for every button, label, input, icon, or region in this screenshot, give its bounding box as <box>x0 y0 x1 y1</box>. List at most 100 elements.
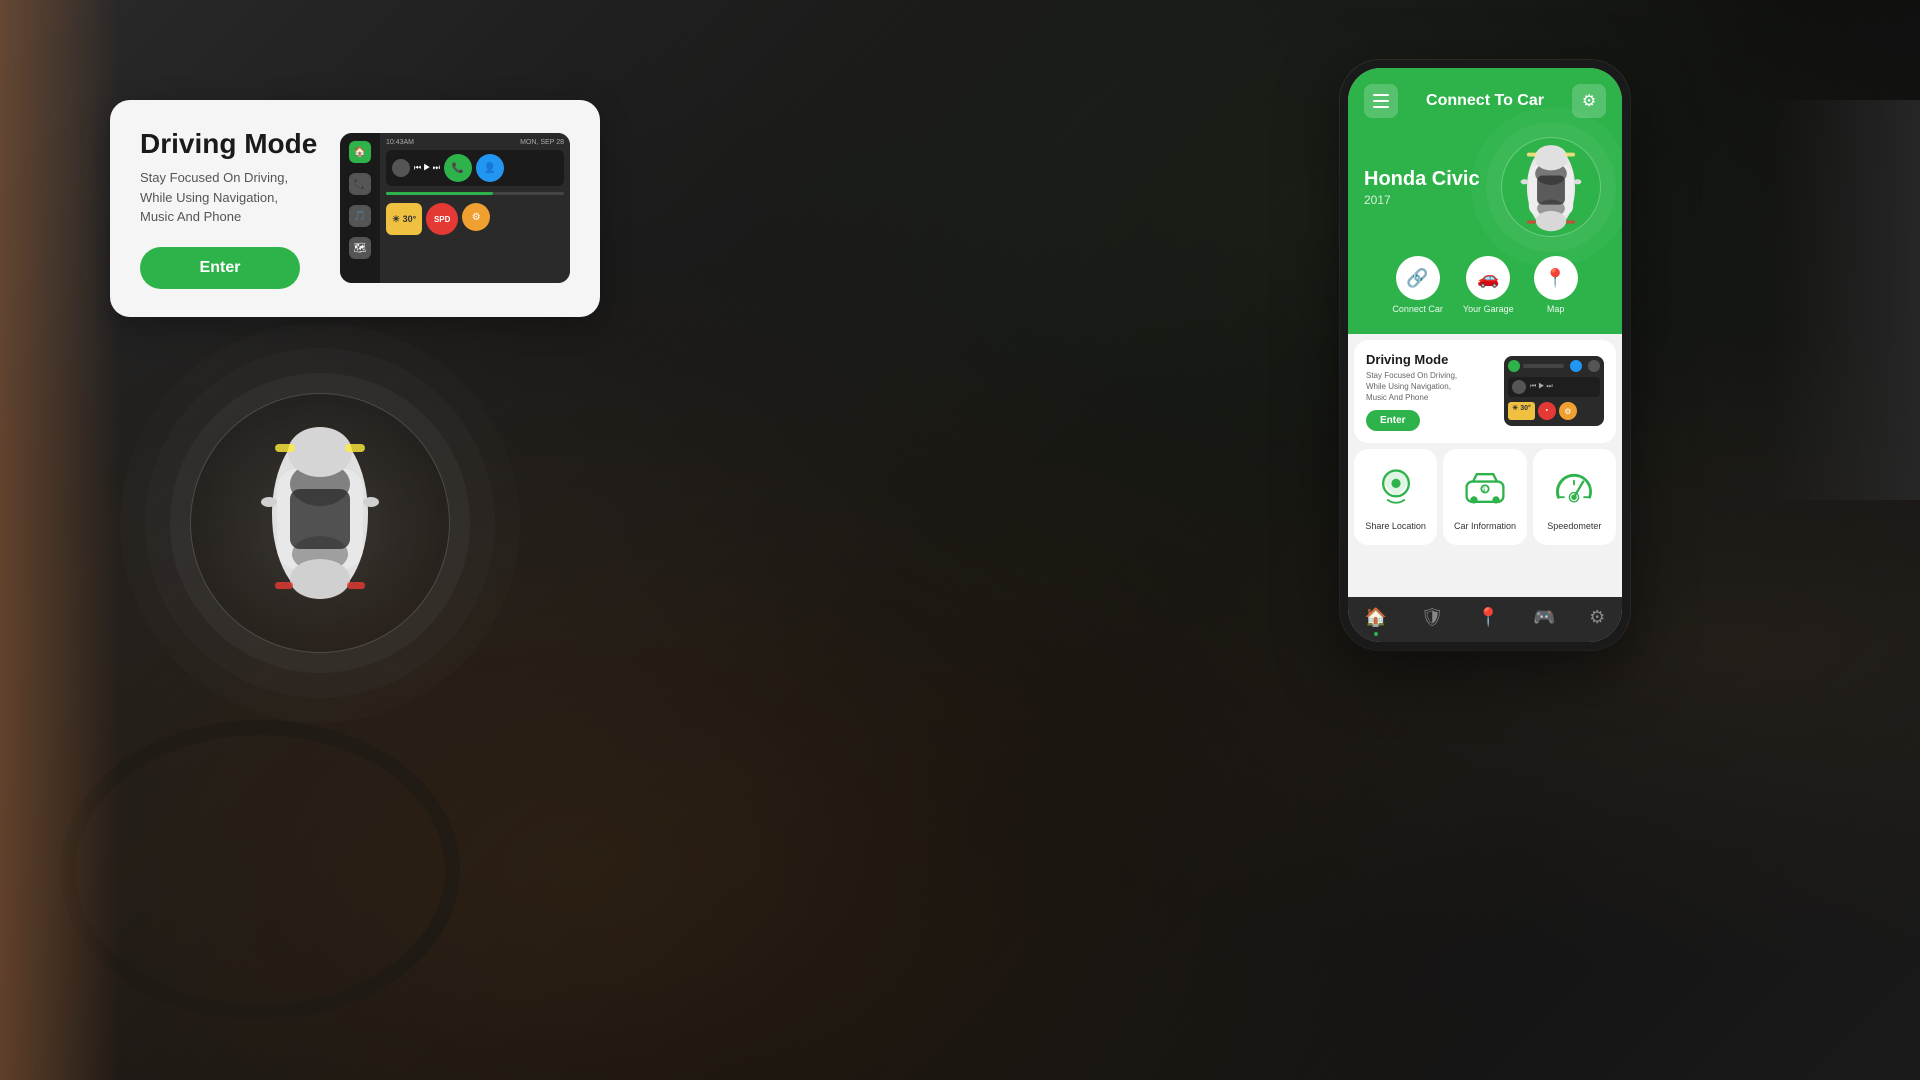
car-information-icon: i <box>1460 463 1510 513</box>
phone-mini-music-bar: ⏮ ▶ ⏭ 📞 👤 <box>386 150 564 186</box>
car-information-card[interactable]: i Car Information <box>1443 449 1526 545</box>
map-action[interactable]: 📍 Map <box>1534 256 1578 314</box>
car-info-section: Honda Civic 2017 <box>1364 132 1606 242</box>
floating-car-image <box>255 414 385 614</box>
dm-preview-music: ⏮ ▶ ⏭ <box>1508 377 1600 397</box>
control-nav-icon: 🎮 <box>1533 607 1555 628</box>
car-name-block: Honda Civic 2017 <box>1364 168 1480 207</box>
hand-left <box>0 0 120 1080</box>
phone-body: Driving Mode Stay Focused On Driving,Whi… <box>1348 334 1622 597</box>
car-radar-green <box>1501 137 1601 237</box>
your-garage-icon: 🚗 <box>1466 256 1510 300</box>
dm-preview-weather: ☀ 30° <box>1508 402 1535 420</box>
dm-preview-avatar <box>1512 380 1526 394</box>
phone-mini-screen: 🏠 📞 🎵 🗺 10:43AMMON, SEP 28 ⏮ ▶ ⏭ 📞 👤 <box>340 133 570 283</box>
mini-avatar <box>392 159 410 177</box>
hamburger-line-2 <box>1373 100 1389 102</box>
dm-text-block: Driving Mode Stay Focused On Driving,Whi… <box>1366 352 1494 431</box>
connect-car-icon: 🔗 <box>1396 256 1440 300</box>
mini-home-icon: 🏠 <box>349 141 371 163</box>
map-icon: 📍 <box>1534 256 1578 300</box>
car-image-green <box>1496 132 1606 242</box>
phone-screen: Connect To Car ⚙ Honda Civic 2017 <box>1348 68 1622 642</box>
nav-security[interactable]: 🛡 <box>1421 607 1444 628</box>
dm-preview-settings: ⚙ <box>1559 402 1577 420</box>
svg-text:i: i <box>1483 485 1485 494</box>
phone-shell: Connect To Car ⚙ Honda Civic 2017 <box>1340 60 1630 650</box>
floating-car-area <box>160 330 480 690</box>
quick-actions-bar: 🔗 Connect Car 🚗 Your Garage 📍 Map <box>1364 256 1606 314</box>
settings-button[interactable]: ⚙ <box>1572 84 1606 118</box>
mini-speed: SPD <box>426 203 458 235</box>
dm-dot-1 <box>1508 360 1520 372</box>
connect-car-action[interactable]: 🔗 Connect Car <box>1392 256 1443 314</box>
driving-mode-content: Driving Mode Stay Focused On Driving,Whi… <box>140 128 320 289</box>
phone-mini-preview: 🏠 📞 🎵 🗺 10:43AMMON, SEP 28 ⏮ ▶ ⏭ 📞 👤 <box>340 133 570 283</box>
car-name: Honda Civic <box>1364 168 1480 191</box>
nav-home[interactable]: 🏠 <box>1365 607 1387 628</box>
phone-mini-sidebar: 🏠 📞 🎵 🗺 <box>340 133 380 283</box>
hamburger-button[interactable] <box>1364 84 1398 118</box>
mini-contact-icon: 📞 <box>444 154 472 182</box>
dm-preview-row-1 <box>1508 360 1600 372</box>
mini-music-icon: 🎵 <box>349 205 371 227</box>
steering-wheel <box>60 720 460 1020</box>
dm-preview-phone: ⏮ ▶ ⏭ ☀ 30° • ⚙ <box>1504 356 1604 426</box>
phone-mini-topbar: 10:43AMMON, SEP 28 <box>386 139 564 146</box>
map-label: Map <box>1547 304 1565 314</box>
dm-enter-button[interactable]: Enter <box>1366 410 1420 431</box>
car-information-label: Car Information <box>1454 521 1516 531</box>
vent-area <box>1770 100 1920 500</box>
mini-bottom-row: ☀ 30° SPD ⚙ <box>386 203 564 235</box>
dm-preview-bottom: ☀ 30° • ⚙ <box>1508 402 1600 420</box>
mini-progress-bar <box>386 192 564 195</box>
floating-car-svg <box>255 414 385 614</box>
mini-phone-icon: 📞 <box>349 173 371 195</box>
dm-preview-speed: • <box>1538 402 1556 420</box>
driving-mode-phone-card: Driving Mode Stay Focused On Driving,Whi… <box>1354 340 1616 443</box>
main-phone: Connect To Car ⚙ Honda Civic 2017 <box>1340 60 1630 700</box>
connect-car-label: Connect Car <box>1392 304 1443 314</box>
speedometer-icon <box>1549 463 1599 513</box>
dm-dot-2 <box>1570 360 1582 372</box>
nav-settings[interactable]: ⚙ <box>1589 607 1605 628</box>
mini-nav-icon: 🗺 <box>349 237 371 259</box>
phone-header: Connect To Car ⚙ Honda Civic 2017 <box>1348 68 1622 334</box>
speedometer-card[interactable]: Speedometer <box>1533 449 1616 545</box>
home-nav-icon: 🏠 <box>1365 607 1387 628</box>
driving-mode-enter-button[interactable]: Enter <box>140 247 300 289</box>
nav-control[interactable]: 🎮 <box>1533 607 1555 628</box>
home-nav-indicator <box>1374 632 1378 636</box>
nav-location[interactable]: 📍 <box>1477 607 1499 628</box>
hamburger-line-3 <box>1373 106 1389 108</box>
mini-contact2-icon: 👤 <box>476 154 504 182</box>
phone-header-top: Connect To Car ⚙ <box>1364 84 1606 118</box>
dm-preview-screen: ⏮ ▶ ⏭ ☀ 30° • ⚙ <box>1504 356 1604 426</box>
dm-phone-desc: Stay Focused On Driving,While Using Navi… <box>1366 370 1494 404</box>
security-nav-icon: 🛡 <box>1421 607 1444 628</box>
share-location-label: Share Location <box>1365 521 1426 531</box>
dm-dot-3 <box>1588 360 1600 372</box>
mini-settings: ⚙ <box>462 203 490 231</box>
speedometer-label: Speedometer <box>1547 521 1601 531</box>
your-garage-action[interactable]: 🚗 Your Garage <box>1463 256 1514 314</box>
phone-nav-bar: 🏠 🛡 📍 🎮 ⚙ <box>1348 597 1622 642</box>
driving-mode-desc: Stay Focused On Driving,While Using Navi… <box>140 168 320 227</box>
hamburger-line-1 <box>1373 94 1389 96</box>
share-location-card[interactable]: Share Location <box>1354 449 1437 545</box>
your-garage-label: Your Garage <box>1463 304 1514 314</box>
driving-mode-card: Driving Mode Stay Focused On Driving,Whi… <box>110 100 600 317</box>
mini-progress-fill <box>386 192 493 195</box>
driving-mode-title: Driving Mode <box>140 128 320 160</box>
location-nav-icon: 📍 <box>1477 607 1499 628</box>
dm-bar-1 <box>1523 364 1564 368</box>
settings-nav-icon: ⚙ <box>1589 607 1605 628</box>
dm-phone-title: Driving Mode <box>1366 352 1494 367</box>
mini-weather: ☀ 30° <box>386 203 422 235</box>
feature-cards-row: Share Location i <box>1354 449 1616 545</box>
mini-controls: ⏮ ▶ ⏭ <box>414 163 440 173</box>
car-year: 2017 <box>1364 193 1480 207</box>
share-location-icon <box>1371 463 1421 513</box>
app-title: Connect To Car <box>1426 92 1544 110</box>
phone-mini-main: 10:43AMMON, SEP 28 ⏮ ▶ ⏭ 📞 👤 ☀ 30° SPD <box>380 133 570 283</box>
